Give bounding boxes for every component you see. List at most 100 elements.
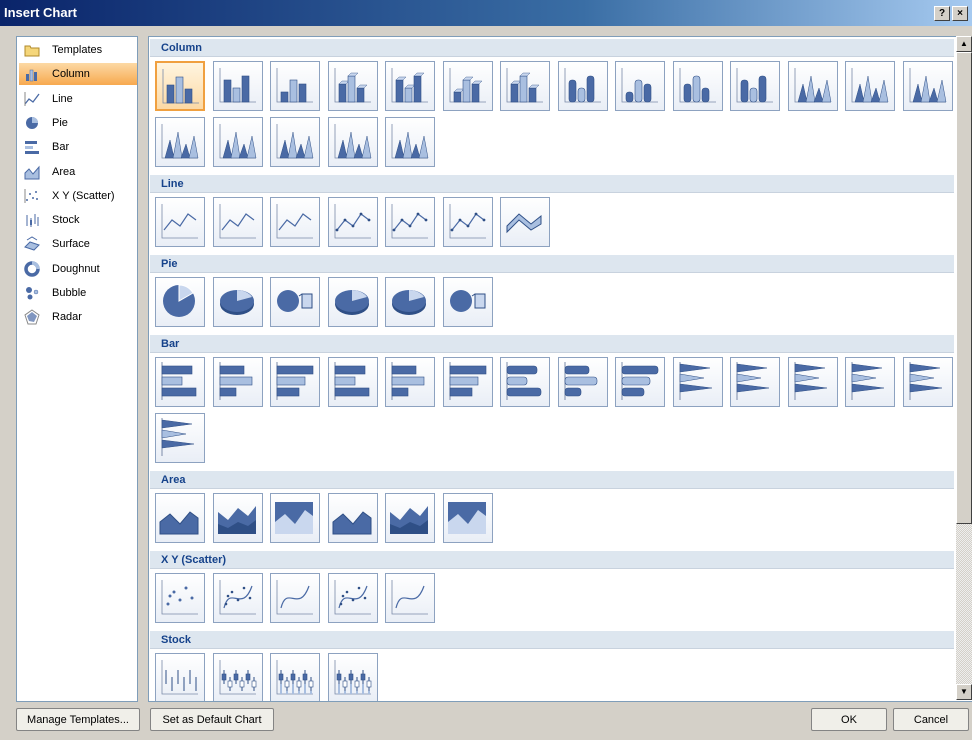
chart-category-label: Area xyxy=(52,165,76,178)
line-chart-thumbnail[interactable] xyxy=(327,197,378,247)
area-chart-icon xyxy=(24,164,40,180)
radar-chart-icon xyxy=(24,309,40,325)
bar-chart-thumbnail[interactable] xyxy=(902,357,953,407)
bar-chart-thumbnail[interactable] xyxy=(845,357,895,407)
line-chart-thumbnail[interactable] xyxy=(385,197,435,247)
scatter-chart-thumbnail[interactable] xyxy=(385,573,435,623)
scatter-chart-thumbnail[interactable] xyxy=(155,573,205,623)
column-chart-thumbnail[interactable] xyxy=(327,117,378,167)
bar-chart-thumbnail[interactable] xyxy=(155,357,205,407)
chart-category-line[interactable]: Line xyxy=(19,88,137,110)
bar-chart-thumbnail[interactable] xyxy=(155,413,205,463)
scroll-up-arrow-icon[interactable]: ▲ xyxy=(956,36,972,52)
column-chart-thumbnail[interactable] xyxy=(845,61,895,111)
line-chart-thumbnail[interactable] xyxy=(270,197,320,247)
chart-category-radar[interactable]: Radar xyxy=(19,306,137,328)
scrollbar-thumb[interactable] xyxy=(956,52,972,524)
line-chart-thumbnail[interactable] xyxy=(212,197,263,247)
set-default-chart-button[interactable]: Set as Default Chart xyxy=(150,708,274,731)
bar-chart-thumbnail[interactable] xyxy=(270,357,320,407)
stock-chart-thumbnail[interactable] xyxy=(212,653,263,701)
column-chart-thumbnail[interactable] xyxy=(500,61,550,111)
section-header-stock: Stock xyxy=(150,631,954,649)
column-chart-thumbnail[interactable] xyxy=(385,61,435,111)
chart-category-doughnut[interactable]: Doughnut xyxy=(19,258,137,280)
bar-chart-thumbnail[interactable] xyxy=(787,357,838,407)
chart-category-label: Templates xyxy=(52,44,103,56)
column-chart-thumbnail[interactable] xyxy=(212,61,263,111)
section-header-area: Area xyxy=(150,471,954,489)
column-chart-thumbnail[interactable] xyxy=(672,61,723,111)
column-chart-thumbnail[interactable] xyxy=(155,117,205,167)
pie-chart-thumbnail[interactable] xyxy=(270,277,320,327)
column-chart-thumbnail[interactable] xyxy=(385,117,435,167)
scatter-chart-thumbnail[interactable] xyxy=(270,573,320,623)
scatter-chart-thumbnail[interactable] xyxy=(212,573,263,623)
scroll-down-arrow-icon[interactable]: ▼ xyxy=(956,684,972,700)
chart-category-x-y-scatter[interactable]: X Y (Scatter) xyxy=(19,185,137,207)
pie-chart-thumbnail[interactable] xyxy=(212,277,263,327)
bar-chart-thumbnail[interactable] xyxy=(212,357,263,407)
column-chart-thumbnail[interactable] xyxy=(730,61,780,111)
pie-chart-thumbnail[interactable] xyxy=(155,277,205,327)
column-chart-thumbnail[interactable] xyxy=(557,61,608,111)
line-chart-thumbnail[interactable] xyxy=(500,197,550,247)
line-chart-thumbnail[interactable] xyxy=(155,197,205,247)
column-chart-thumbnail[interactable] xyxy=(270,117,320,167)
bar-chart-thumbnail[interactable] xyxy=(442,357,493,407)
column-chart-thumbnail[interactable] xyxy=(902,61,953,111)
column-chart-thumbnail[interactable] xyxy=(615,61,665,111)
window-title: Insert Chart xyxy=(4,5,77,20)
area-chart-thumbnail[interactable] xyxy=(327,493,378,543)
bar-chart-thumbnail[interactable] xyxy=(327,357,378,407)
chart-category-surface[interactable]: Surface xyxy=(19,233,137,255)
column-chart-thumbnail[interactable] xyxy=(442,61,493,111)
chart-category-bar[interactable]: Bar xyxy=(19,136,137,158)
column-chart-thumbnail[interactable] xyxy=(327,61,378,111)
chart-category-pie[interactable]: Pie xyxy=(19,112,137,134)
bar-chart-thumbnail[interactable] xyxy=(385,357,435,407)
chart-category-label: Surface xyxy=(52,238,90,251)
chart-category-stock[interactable]: Stock xyxy=(19,209,137,231)
column-chart-thumbnail[interactable] xyxy=(155,61,205,111)
area-chart-thumbnail[interactable] xyxy=(155,493,205,543)
manage-templates-button[interactable]: Manage Templates... xyxy=(16,708,140,731)
scatter-chart-thumbnail[interactable] xyxy=(327,573,378,623)
column-chart-icon xyxy=(24,66,40,82)
column-chart-thumbnail[interactable] xyxy=(212,117,263,167)
cancel-button[interactable]: Cancel xyxy=(893,708,969,731)
chart-category-area[interactable]: Area xyxy=(19,161,137,183)
chart-category-label: Bar xyxy=(52,141,70,154)
help-button[interactable]: ? xyxy=(934,6,950,21)
doughnut-chart-icon xyxy=(24,260,40,277)
stock-chart-thumbnail[interactable] xyxy=(270,653,320,701)
stock-chart-thumbnail[interactable] xyxy=(155,653,205,701)
area-chart-thumbnail[interactable] xyxy=(270,493,320,543)
chart-category-column[interactable]: Column xyxy=(19,63,137,86)
area-chart-thumbnail[interactable] xyxy=(212,493,263,543)
column-chart-thumbnail[interactable] xyxy=(270,61,320,111)
area-chart-thumbnail[interactable] xyxy=(442,493,493,543)
bar-chart-thumbnail[interactable] xyxy=(615,357,665,407)
close-button[interactable]: × xyxy=(952,6,968,21)
pie-chart-thumbnail[interactable] xyxy=(385,277,435,327)
bar-chart-thumbnail[interactable] xyxy=(557,357,608,407)
stock-chart-icon xyxy=(24,212,40,228)
ok-button[interactable]: OK xyxy=(811,708,887,731)
line-chart-thumbnail[interactable] xyxy=(442,197,493,247)
pie-chart-thumbnail[interactable] xyxy=(327,277,378,327)
bar-chart-thumbnail[interactable] xyxy=(730,357,780,407)
pie-chart-thumbnail[interactable] xyxy=(442,277,493,327)
chart-category-label: Stock xyxy=(52,214,80,227)
chart-category-templates[interactable]: Templates xyxy=(19,39,137,61)
bar-chart-thumbnail[interactable] xyxy=(672,357,723,407)
chart-category-label: Bubble xyxy=(52,287,87,299)
chart-category-bubble[interactable]: Bubble xyxy=(19,282,137,304)
column-chart-thumbnail[interactable] xyxy=(787,61,838,111)
bar-chart-thumbnail[interactable] xyxy=(500,357,550,407)
title-bar: Insert Chart ? × xyxy=(0,0,972,26)
stock-chart-thumbnail[interactable] xyxy=(327,653,378,701)
gallery-scrollbar[interactable]: ▲ ▼ xyxy=(956,36,972,700)
area-chart-thumbnail[interactable] xyxy=(385,493,435,543)
section-header-scatter: X Y (Scatter) xyxy=(150,551,954,569)
